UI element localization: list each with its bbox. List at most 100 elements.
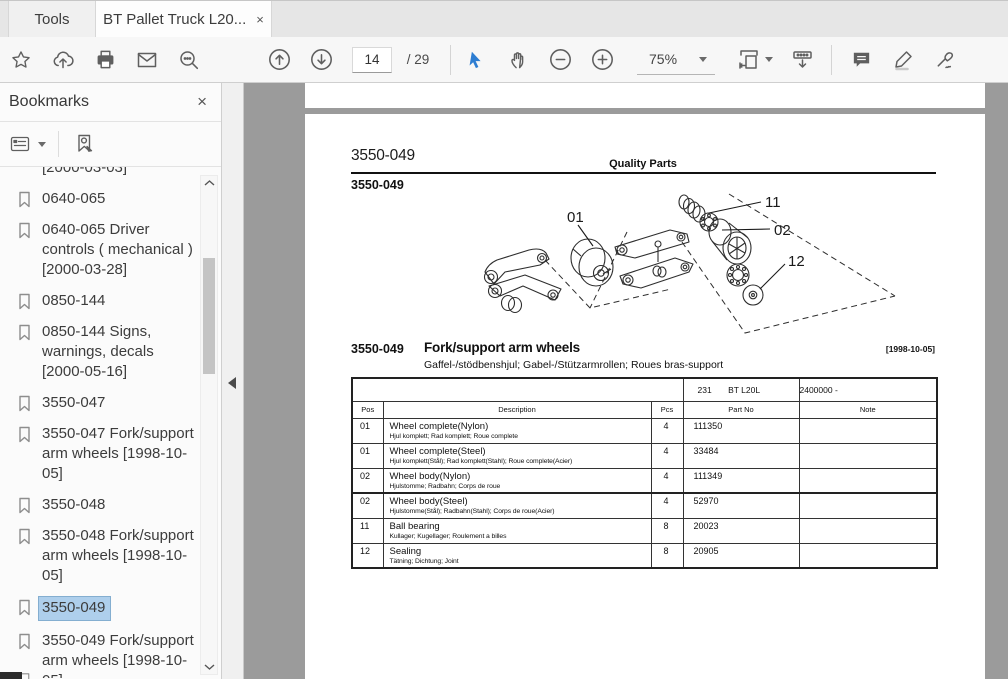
tab-close-icon[interactable]: × <box>256 13 264 26</box>
bookmark-icon <box>19 222 30 239</box>
model-code: 231 <box>697 384 712 395</box>
scrollbar-thumb[interactable] <box>203 258 215 374</box>
bookmark-icon <box>19 426 30 443</box>
bookmarks-title: Bookmarks <box>9 93 90 110</box>
bookmark-icon <box>19 395 30 412</box>
desc-sub: Hjul komplett(Stål); Rad komplett(Stahl)… <box>389 457 573 465</box>
scroll-mode-button[interactable] <box>781 41 823 79</box>
bookmark-options-icon[interactable] <box>8 132 32 156</box>
zoom-in-button[interactable] <box>581 41 623 79</box>
highlighter-icon <box>895 50 912 70</box>
bookmark-item[interactable]: 3550-049 <box>18 596 221 621</box>
panel-collapse-strip <box>222 83 244 679</box>
bookmark-label: 0640-065 <box>42 190 106 207</box>
bookmark-item[interactable]: 0640-065 Driver controls ( mechanical ) … <box>18 220 221 280</box>
search-button[interactable] <box>168 41 210 79</box>
bookmark-item[interactable]: 3550-048 Fork/support arm wheels [1998-1… <box>18 526 221 586</box>
desc-main: Wheel complete(Nylon) <box>389 420 489 432</box>
model-row: 231 BT L20L 2400000 - <box>351 377 938 402</box>
tab-bar: Tools BT Pallet Truck L20... × <box>0 0 1008 37</box>
pdf-viewer-window: Tools BT Pallet Truck L20... × / <box>0 0 1008 679</box>
desc-main: Wheel complete(Steel) <box>389 445 486 457</box>
bookmark-item[interactable]: 3550-047 Fork/support arm wheels [1998-1… <box>18 424 221 484</box>
cell-pos: 11 <box>351 517 384 544</box>
bookmark-item[interactable]: 0640-065 <box>18 189 221 209</box>
highlight-button[interactable] <box>882 41 924 79</box>
previous-page-button[interactable] <box>258 41 300 79</box>
bookmark-item[interactable]: 3550-049 Fork/support arm wheels [1998-1… <box>18 631 221 678</box>
bookmark-item[interactable]: 0850-144 <box>18 291 221 311</box>
bookmarks-close-icon[interactable]: × <box>197 92 207 112</box>
tab-tools-label: Tools <box>34 10 70 28</box>
bookmark-label: 3550-048 Fork/support arm wheels [1998-1… <box>42 527 194 584</box>
cell-pos: 02 <box>351 467 384 494</box>
share-button[interactable] <box>42 41 84 79</box>
tab-tools[interactable]: Tools <box>8 1 96 37</box>
comment-button[interactable] <box>840 41 882 79</box>
bookmark-item[interactable]: 0850-144 Signs, warnings, decals [2000-0… <box>18 322 221 382</box>
star-icon <box>12 50 30 68</box>
page-doc-number-bold: 3550-049 <box>351 178 404 192</box>
desc-main: Wheel body(Nylon) <box>389 470 471 482</box>
previous-page-edge <box>305 83 985 108</box>
header-rule <box>351 172 936 174</box>
toolbar-divider <box>450 44 451 75</box>
email-button[interactable] <box>126 41 168 79</box>
collapse-panel-icon[interactable] <box>228 377 236 389</box>
cell-description: Wheel complete(Steel) Hjul komplett(Stål… <box>382 442 652 469</box>
bookmark-item[interactable]: 3550-047 <box>18 393 221 413</box>
star-button[interactable] <box>0 41 42 79</box>
zoom-level-control[interactable]: 75% <box>637 45 715 75</box>
scroll-down-icon[interactable] <box>204 664 215 670</box>
parts-table-body: 231 BT L20L 2400000 - Pos Description Pc… <box>351 377 938 569</box>
next-page-button[interactable] <box>300 41 342 79</box>
cell-note <box>798 442 938 469</box>
bookmark-label: 0850-144 Signs, warnings, decals [2000-0… <box>42 323 154 380</box>
cell-pos: 02 <box>351 492 384 519</box>
cell-partno: 111349 <box>682 467 800 494</box>
cell-partno: 33484 <box>682 442 800 469</box>
fill-sign-button[interactable] <box>924 41 966 79</box>
bookmarks-list: [2000-03-03] 0640-065 0640-065 Driver co… <box>0 167 221 678</box>
chevron-down-icon[interactable] <box>38 141 46 147</box>
table-row: 01 Wheel complete(Steel) Hjul komplett(S… <box>351 442 938 469</box>
table-row: 02 Wheel body(Steel) Hjulstomme(Stål); R… <box>351 492 938 519</box>
table-row: 01 Wheel complete(Nylon) Hjul komplett; … <box>351 417 938 444</box>
document-area[interactable]: 3550-049 Quality Parts 3550-049 01 11 02… <box>244 83 1008 679</box>
cell-pcs: 4 <box>650 442 684 469</box>
cell-pcs: 8 <box>650 542 684 569</box>
desc-sub: Tätning; Dichtung; Joint <box>389 557 459 565</box>
col-header-description: Description <box>382 400 652 419</box>
scroll-up-icon[interactable] <box>204 180 215 186</box>
bookmark-item[interactable]: [2000-03-03] <box>18 167 221 178</box>
tab-document[interactable]: BT Pallet Truck L20... × <box>96 1 272 37</box>
cell-pcs: 4 <box>650 417 684 444</box>
bookmarks-scrollbar[interactable] <box>200 175 218 675</box>
cell-note <box>798 467 938 494</box>
desc-sub: Hjulstomme(Stål); Radbahn(Stahl); Corps … <box>389 508 555 515</box>
section-date: [1998-10-05] <box>885 344 935 354</box>
chevron-down-icon <box>699 56 707 62</box>
diagram-label-11: 11 <box>765 194 781 211</box>
select-tool-button[interactable] <box>455 41 497 79</box>
cell-note <box>798 517 938 544</box>
bookmark-icon <box>19 528 30 545</box>
hand-tool-button[interactable] <box>497 41 539 79</box>
locate-bookmark-icon[interactable] <box>71 131 97 157</box>
zoom-out-button[interactable] <box>539 41 581 79</box>
cell-note <box>798 542 938 569</box>
cell-note <box>798 417 938 444</box>
cell-note <box>798 492 938 519</box>
scroll-mode-icon <box>793 50 812 68</box>
section-subtitle: Gaffel-/stödbenshjul; Gabel-/Stützarmrol… <box>424 359 724 371</box>
bookmark-icon <box>19 633 30 650</box>
fit-width-button[interactable] <box>731 41 777 79</box>
col-header-note: Note <box>798 400 938 419</box>
model-cell: 231 BT L20L <box>682 377 800 402</box>
bookmark-item[interactable]: 3550-048 <box>18 495 221 515</box>
print-button[interactable] <box>84 41 126 79</box>
page-down-icon <box>310 49 332 70</box>
zoom-out-icon <box>549 49 571 70</box>
bookmark-label: 0640-065 Driver controls ( mechanical ) … <box>42 221 193 278</box>
page-number-input[interactable] <box>352 46 392 73</box>
